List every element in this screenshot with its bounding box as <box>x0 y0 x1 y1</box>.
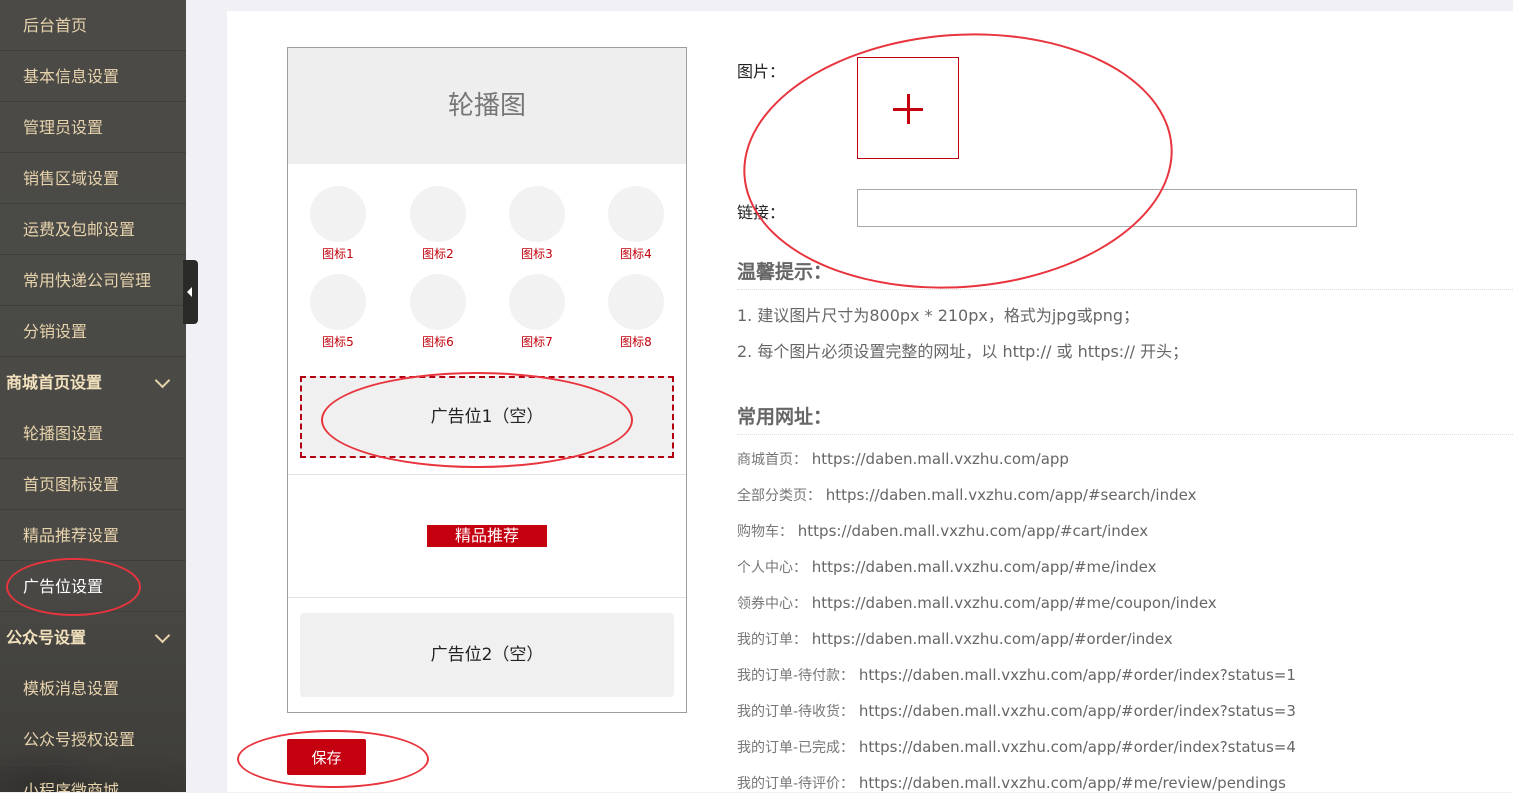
url-row: 我的订单-待评价： https://daben.mall.vxzhu.com/a… <box>737 773 1286 793</box>
tips-title: 温馨提示： <box>737 261 833 283</box>
url-key: 我的订单： <box>737 632 807 648</box>
icon-label: 图标1 <box>322 247 354 261</box>
image-label: 图片： <box>737 62 786 81</box>
section-divider <box>737 434 1513 436</box>
divider <box>288 474 686 475</box>
url-key: 商城首页： <box>737 452 807 468</box>
sidebar-group-label: 商城首页设置 <box>6 373 103 392</box>
icon-placeholder <box>410 186 466 242</box>
icon-label: 图标2 <box>422 247 454 261</box>
url-value: https://daben.mall.vxzhu.com/app/#cart/i… <box>797 522 1149 540</box>
icon-label: 图标5 <box>322 335 354 349</box>
url-value: https://daben.mall.vxzhu.com/app/#me/ind… <box>811 558 1157 576</box>
sidebar-collapse-handle[interactable] <box>183 260 198 324</box>
sidebar-item-recommend[interactable]: 精品推荐设置 <box>0 510 186 561</box>
icon-label: 图标4 <box>620 247 652 261</box>
sidebar: 后台首页 基本信息设置 管理员设置 销售区域设置 运费及包邮设置 常用快递公司管… <box>0 0 186 792</box>
url-value: https://daben.mall.vxzhu.com/app <box>811 450 1069 468</box>
icon-label: 图标8 <box>620 335 652 349</box>
sidebar-group-label: 公众号设置 <box>6 628 87 647</box>
sidebar-item-wechat-auth[interactable]: 公众号授权设置 <box>0 714 186 765</box>
url-row: 商城首页： https://daben.mall.vxzhu.com/app <box>737 449 1069 469</box>
sidebar-group-wechat[interactable]: 公众号设置 <box>0 612 186 663</box>
section-divider <box>737 289 1513 291</box>
url-key: 我的订单-已完成： <box>737 740 855 756</box>
recommend-header: 精品推荐 <box>427 525 547 547</box>
sidebar-item-basic-info[interactable]: 基本信息设置 <box>0 51 186 102</box>
chevron-down-icon <box>154 372 171 389</box>
icon-placeholder <box>608 186 664 242</box>
icon-slot[interactable]: 图标1 <box>310 186 366 262</box>
ad-slot-1[interactable]: 广告位1（空） <box>300 376 674 458</box>
urls-title: 常用网址： <box>737 406 833 428</box>
icon-slot[interactable]: 图标5 <box>310 274 366 350</box>
sidebar-item-carousel[interactable]: 轮播图设置 <box>0 408 186 459</box>
link-input[interactable] <box>857 189 1357 227</box>
sidebar-item-couriers[interactable]: 常用快递公司管理 <box>0 255 186 306</box>
sidebar-group-home-settings[interactable]: 商城首页设置 <box>0 357 186 408</box>
url-value: https://daben.mall.vxzhu.com/app/#order/… <box>858 702 1296 720</box>
url-row: 购物车： https://daben.mall.vxzhu.com/app/#c… <box>737 521 1148 541</box>
icon-placeholder <box>608 274 664 330</box>
phone-preview: 轮播图 图标1 图标2 图标3 图标4 图标5 图标6 图标7 图标8 广告位1… <box>287 47 687 713</box>
url-row: 我的订单-已完成： https://daben.mall.vxzhu.com/a… <box>737 737 1296 757</box>
sidebar-item-distribution[interactable]: 分销设置 <box>0 306 186 357</box>
icon-slot[interactable]: 图标8 <box>608 274 664 350</box>
url-key: 领券中心： <box>737 596 807 612</box>
icon-placeholder <box>310 274 366 330</box>
url-value: https://daben.mall.vxzhu.com/app/#search… <box>825 486 1197 504</box>
icon-placeholder <box>509 186 565 242</box>
chevron-down-icon <box>154 627 171 644</box>
url-row: 全部分类页： https://daben.mall.vxzhu.com/app/… <box>737 485 1196 505</box>
link-label: 链接： <box>737 203 786 222</box>
icon-label: 图标6 <box>422 335 454 349</box>
icon-slot[interactable]: 图标7 <box>509 274 565 350</box>
icon-label: 图标7 <box>521 335 553 349</box>
plus-icon-vertical <box>907 94 910 124</box>
sidebar-item-home-icons[interactable]: 首页图标设置 <box>0 459 186 510</box>
url-key: 我的订单-待评价： <box>737 776 855 792</box>
url-row: 个人中心： https://daben.mall.vxzhu.com/app/#… <box>737 557 1156 577</box>
url-key: 我的订单-待收货： <box>737 704 855 720</box>
sidebar-item-shipping[interactable]: 运费及包邮设置 <box>0 204 186 255</box>
url-key: 全部分类页： <box>737 488 821 504</box>
icon-placeholder <box>310 186 366 242</box>
icon-slot[interactable]: 图标6 <box>410 274 466 350</box>
image-upload-button[interactable] <box>857 57 959 159</box>
url-row: 我的订单-待收货： https://daben.mall.vxzhu.com/a… <box>737 701 1296 721</box>
icon-placeholder <box>410 274 466 330</box>
icon-slot[interactable]: 图标4 <box>608 186 664 262</box>
url-key: 个人中心： <box>737 560 807 576</box>
sidebar-item-miniprogram[interactable]: 小程序微商城 <box>0 765 186 792</box>
save-button[interactable]: 保存 <box>287 739 366 775</box>
url-value: https://daben.mall.vxzhu.com/app/#order/… <box>811 630 1173 648</box>
tip-line: 1. 建议图片尺寸为800px * 210px，格式为jpg或png； <box>737 306 1140 325</box>
divider <box>288 597 686 598</box>
url-key: 我的订单-待付款： <box>737 668 855 684</box>
url-value: https://daben.mall.vxzhu.com/app/#order/… <box>858 738 1296 756</box>
url-row: 我的订单： https://daben.mall.vxzhu.com/app/#… <box>737 629 1173 649</box>
banner-preview[interactable]: 轮播图 <box>288 48 686 164</box>
sidebar-item-ad-slots[interactable]: 广告位设置 <box>0 561 186 612</box>
url-row: 我的订单-待付款： https://daben.mall.vxzhu.com/a… <box>737 665 1296 685</box>
url-row: 领券中心： https://daben.mall.vxzhu.com/app/#… <box>737 593 1217 613</box>
icon-label: 图标3 <box>521 247 553 261</box>
tip-line: 2. 每个图片必须设置完整的网址，以 http:// 或 https:// 开头… <box>737 342 1189 361</box>
sidebar-item-dashboard[interactable]: 后台首页 <box>0 0 186 51</box>
url-value: https://daben.mall.vxzhu.com/app/#me/rev… <box>858 774 1286 792</box>
ad-slot-2[interactable]: 广告位2（空） <box>300 613 674 697</box>
sidebar-item-admins[interactable]: 管理员设置 <box>0 102 186 153</box>
url-key: 购物车： <box>737 524 793 540</box>
url-value: https://daben.mall.vxzhu.com/app/#me/cou… <box>811 594 1217 612</box>
sidebar-item-sales-region[interactable]: 销售区域设置 <box>0 153 186 204</box>
sidebar-item-template-msg[interactable]: 模板消息设置 <box>0 663 186 714</box>
icon-placeholder <box>509 274 565 330</box>
icon-slot[interactable]: 图标3 <box>509 186 565 262</box>
url-value: https://daben.mall.vxzhu.com/app/#order/… <box>858 666 1296 684</box>
icon-slot[interactable]: 图标2 <box>410 186 466 262</box>
